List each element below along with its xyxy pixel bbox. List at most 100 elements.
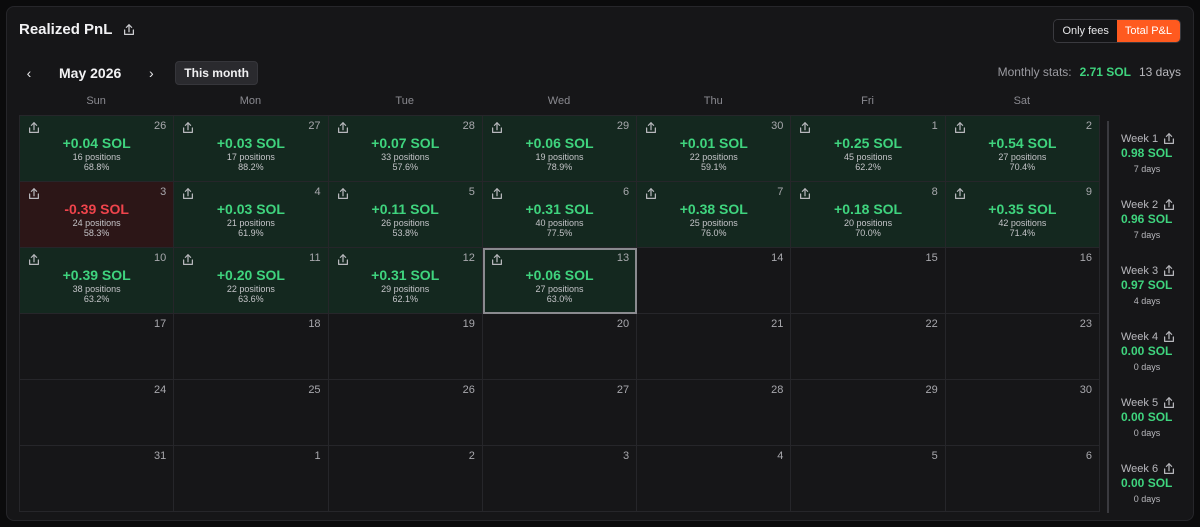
calendar-day-cell[interactable]: 26 bbox=[328, 380, 483, 446]
calendar-day-cell[interactable]: 1 bbox=[174, 446, 329, 512]
day-win-rate: 68.8% bbox=[83, 162, 110, 172]
share-icon[interactable] bbox=[181, 187, 195, 201]
share-icon[interactable] bbox=[336, 253, 350, 267]
day-number: 25 bbox=[308, 384, 321, 396]
calendar-day-cell[interactable]: 14 bbox=[637, 248, 792, 314]
calendar-day-cell[interactable]: 23 bbox=[945, 314, 1100, 380]
calendar-day-cell[interactable]: 4 +0.03 SOL 21 positions 61.9% bbox=[174, 182, 329, 248]
share-icon[interactable] bbox=[1162, 264, 1176, 278]
share-icon[interactable] bbox=[490, 253, 504, 267]
calendar-day-cell[interactable]: 22 bbox=[791, 314, 946, 380]
calendar-day-cell[interactable]: 30 bbox=[945, 380, 1100, 446]
share-icon[interactable] bbox=[644, 121, 658, 135]
chevron-left-icon[interactable]: ‹ bbox=[19, 63, 39, 83]
day-pnl: +0.07 SOL bbox=[371, 135, 440, 151]
week-label: Week 2 bbox=[1121, 199, 1159, 211]
share-icon[interactable] bbox=[798, 187, 812, 201]
calendar-day-cell[interactable]: 13 +0.06 SOL 27 positions 63.0% bbox=[482, 248, 638, 314]
day-number: 8 bbox=[931, 186, 938, 198]
calendar-day-cell[interactable]: 20 bbox=[482, 314, 638, 380]
share-icon[interactable] bbox=[336, 121, 350, 135]
calendar-day-cell[interactable]: 28 +0.07 SOL 33 positions 57.6% bbox=[328, 116, 483, 182]
share-icon[interactable] bbox=[1162, 198, 1176, 212]
calendar-day-cell[interactable]: 21 bbox=[637, 314, 792, 380]
day-positions: 24 positions bbox=[72, 218, 121, 228]
day-positions: 17 positions bbox=[226, 152, 275, 162]
calendar-day-cell[interactable]: 12 +0.31 SOL 29 positions 62.1% bbox=[328, 248, 483, 314]
share-icon[interactable] bbox=[798, 121, 812, 135]
share-icon[interactable] bbox=[1162, 396, 1176, 410]
calendar-day-cell[interactable]: 25 bbox=[174, 380, 329, 446]
calendar-day-cell[interactable]: 26 +0.04 SOL 16 positions 68.8% bbox=[20, 116, 175, 182]
calendar-day-cell[interactable]: 3 bbox=[482, 446, 638, 512]
calendar-day-cell[interactable]: 7 +0.38 SOL 25 positions 76.0% bbox=[637, 182, 792, 248]
day-positions: 38 positions bbox=[72, 284, 121, 294]
calendar-day-cell[interactable]: 30 +0.01 SOL 22 positions 59.1% bbox=[637, 116, 792, 182]
week-label: Week 1 bbox=[1121, 133, 1159, 145]
calendar-day-cell[interactable]: 9 +0.35 SOL 42 positions 71.4% bbox=[945, 182, 1100, 248]
day-number: 26 bbox=[462, 384, 475, 396]
share-icon[interactable] bbox=[27, 187, 41, 201]
share-icon[interactable] bbox=[1162, 132, 1176, 146]
calendar-day-cell[interactable]: 11 +0.20 SOL 22 positions 63.6% bbox=[174, 248, 329, 314]
calendar-day-cell[interactable]: 28 bbox=[637, 380, 792, 446]
week-value: 0.00 SOL bbox=[1121, 344, 1173, 358]
day-win-rate: 62.1% bbox=[392, 294, 418, 304]
day-number: 16 bbox=[1079, 252, 1092, 264]
calendar-day-cell[interactable]: 10 +0.39 SOL 38 positions 63.2% bbox=[20, 248, 175, 314]
calendar-day-cell[interactable]: 31 bbox=[20, 446, 175, 512]
only-fees-option[interactable]: Only fees bbox=[1054, 20, 1117, 42]
share-icon[interactable] bbox=[490, 187, 504, 201]
day-number: 6 bbox=[1085, 450, 1092, 462]
calendar-day-cell[interactable]: 2 bbox=[328, 446, 483, 512]
share-icon[interactable] bbox=[27, 121, 41, 135]
calendar-day-cell[interactable]: 2 +0.54 SOL 27 positions 70.4% bbox=[945, 116, 1100, 182]
share-icon[interactable] bbox=[1162, 330, 1176, 344]
calendar-day-cell[interactable]: 1 +0.25 SOL 45 positions 62.2% bbox=[791, 116, 946, 182]
share-icon[interactable] bbox=[1162, 462, 1176, 476]
share-icon[interactable] bbox=[953, 121, 967, 135]
day-positions: 22 positions bbox=[226, 284, 275, 294]
calendar-day-cell[interactable]: 17 bbox=[20, 314, 175, 380]
day-positions: 20 positions bbox=[844, 218, 893, 228]
day-pnl: +0.18 SOL bbox=[834, 201, 903, 217]
calendar-day-cell[interactable]: 29 bbox=[791, 380, 946, 446]
share-icon[interactable] bbox=[181, 121, 195, 135]
calendar-day-cell[interactable]: 6 bbox=[945, 446, 1100, 512]
week-value: 0.00 SOL bbox=[1121, 476, 1173, 490]
day-pnl: +0.01 SOL bbox=[679, 135, 748, 151]
day-number: 4 bbox=[777, 450, 784, 462]
calendar-day-cell[interactable]: 27 bbox=[482, 380, 638, 446]
day-number: 9 bbox=[1085, 186, 1092, 198]
week-value: 0.96 SOL bbox=[1121, 212, 1173, 226]
day-number: 5 bbox=[931, 450, 938, 462]
share-icon[interactable] bbox=[27, 253, 41, 267]
day-positions: 25 positions bbox=[689, 218, 738, 228]
calendar-day-cell[interactable]: 18 bbox=[174, 314, 329, 380]
calendar-day-cell[interactable]: 16 bbox=[945, 248, 1100, 314]
calendar-day-cell[interactable]: 4 bbox=[637, 446, 792, 512]
share-icon[interactable] bbox=[953, 187, 967, 201]
this-month-button[interactable]: This month bbox=[175, 61, 258, 85]
share-icon[interactable] bbox=[181, 253, 195, 267]
day-pnl: +0.03 SOL bbox=[216, 201, 285, 217]
calendar-day-cell[interactable]: 15 bbox=[791, 248, 946, 314]
share-icon[interactable] bbox=[490, 121, 504, 135]
share-icon[interactable] bbox=[644, 187, 658, 201]
calendar-day-cell[interactable]: 3 -0.39 SOL 24 positions 58.3% bbox=[20, 182, 175, 248]
calendar-day-cell[interactable]: 29 +0.06 SOL 19 positions 78.9% bbox=[482, 116, 638, 182]
calendar-day-cell[interactable]: 27 +0.03 SOL 17 positions 88.2% bbox=[174, 116, 329, 182]
calendar-day-cell[interactable]: 19 bbox=[328, 314, 483, 380]
total-pnl-option[interactable]: Total P&L bbox=[1116, 20, 1180, 42]
share-icon[interactable] bbox=[122, 23, 136, 37]
day-number: 11 bbox=[309, 252, 321, 264]
calendar-day-cell[interactable]: 5 bbox=[791, 446, 946, 512]
calendar-day-cell[interactable]: 6 +0.31 SOL 40 positions 77.5% bbox=[482, 182, 638, 248]
calendar-day-cell[interactable]: 5 +0.11 SOL 26 positions 53.8% bbox=[328, 182, 483, 248]
calendar-day-cell[interactable]: 24 bbox=[20, 380, 175, 446]
day-pnl: +0.39 SOL bbox=[62, 267, 131, 283]
chevron-right-icon[interactable]: › bbox=[141, 63, 161, 83]
calendar-day-cell[interactable]: 8 +0.18 SOL 20 positions 70.0% bbox=[791, 182, 946, 248]
week-days: 0 days bbox=[1133, 362, 1161, 372]
share-icon[interactable] bbox=[336, 187, 350, 201]
